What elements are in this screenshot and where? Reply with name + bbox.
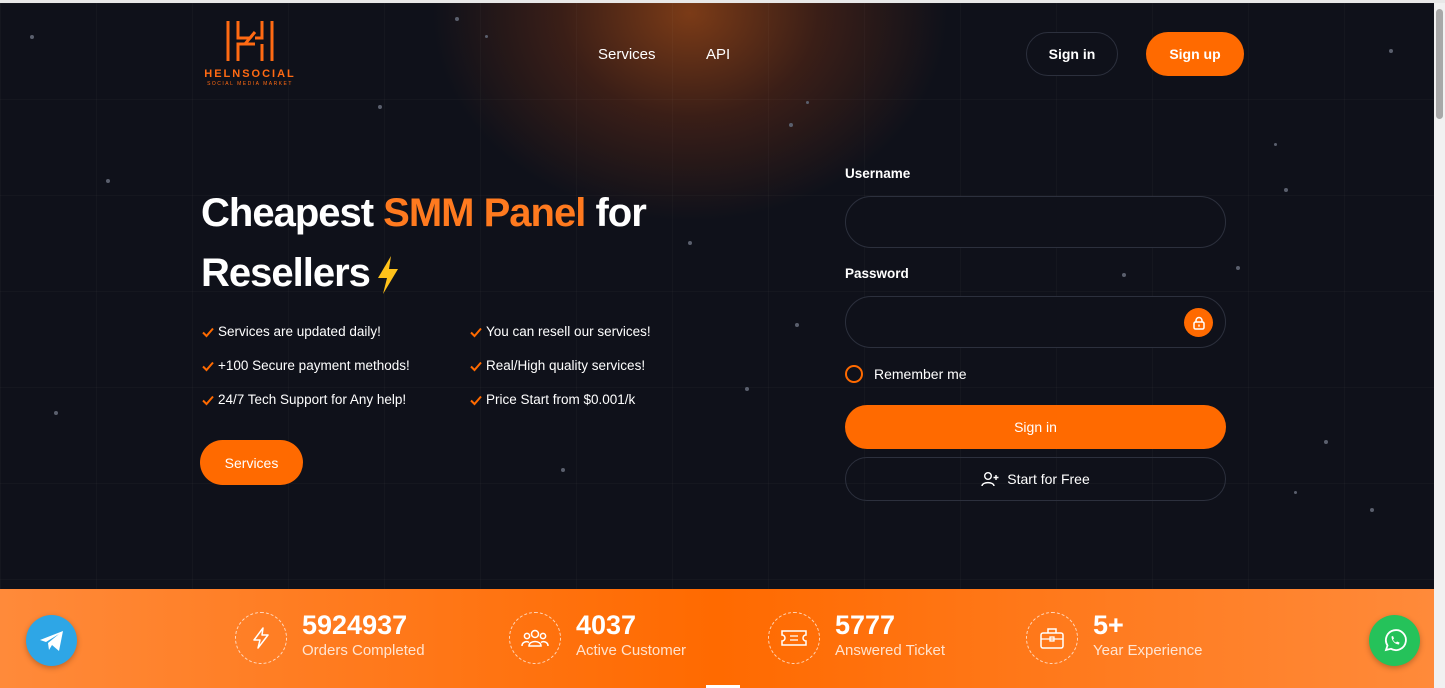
- feature-text: Real/High quality services!: [486, 358, 646, 373]
- feature-text: Services are updated daily!: [218, 324, 381, 339]
- checkmark-icon: [202, 327, 214, 337]
- feature-text: 24/7 Tech Support for Any help!: [218, 392, 407, 407]
- stat-icon-circle: [768, 612, 820, 664]
- star-decoration: [1370, 508, 1374, 512]
- star-decoration: [789, 123, 793, 127]
- stat-label: Orders Completed: [302, 642, 425, 659]
- stat-icon-circle: [235, 612, 287, 664]
- briefcase-icon: [1040, 628, 1064, 649]
- header-signin-button[interactable]: Sign in: [1026, 32, 1118, 76]
- brand-logo[interactable]: HELNSOCIAL SOCIAL MEDIA MARKET: [198, 18, 302, 98]
- username-input[interactable]: [846, 197, 1225, 247]
- star-decoration: [1324, 440, 1328, 444]
- page-scrollbar[interactable]: [1434, 3, 1445, 688]
- feature-text: +100 Secure payment methods!: [218, 358, 410, 373]
- stat-label: Answered Ticket: [835, 642, 946, 659]
- feature-item: 24/7 Tech Support for Any help!: [201, 392, 406, 407]
- star-decoration: [1284, 188, 1288, 192]
- username-label: Username: [845, 166, 911, 181]
- feature-text: Price Start from $0.001/k: [486, 392, 636, 407]
- brand-name: HELNSOCIAL: [204, 68, 296, 80]
- feature-text: You can resell our services!: [486, 324, 651, 339]
- star-decoration: [745, 387, 749, 391]
- whatsapp-button[interactable]: [1369, 615, 1420, 666]
- stat-icon-circle: [509, 612, 561, 664]
- star-decoration: [1236, 266, 1240, 270]
- feature-item: You can resell our services!: [469, 324, 651, 339]
- star-decoration: [795, 323, 799, 327]
- logo-h-mark-icon: [226, 21, 274, 61]
- username-field-wrapper: [845, 196, 1226, 248]
- hero-title-line2: Resellers: [201, 251, 371, 295]
- feature-item: Real/High quality services!: [469, 358, 645, 373]
- feature-item: Services are updated daily!: [201, 324, 381, 339]
- star-decoration: [54, 411, 58, 415]
- stat-label: Year Experience: [1093, 642, 1203, 659]
- star-decoration: [806, 101, 809, 104]
- hero-title-part1: Cheapest: [201, 191, 384, 235]
- stat-value: 5924937: [302, 610, 408, 640]
- lightning-icon: [253, 627, 269, 649]
- ticket-icon: [781, 630, 807, 646]
- remember-me-label: Remember me: [874, 366, 967, 382]
- star-decoration: [1389, 49, 1393, 53]
- scrollbar-thumb[interactable]: [1436, 9, 1443, 119]
- start-free-button[interactable]: Start for Free: [845, 457, 1226, 501]
- telegram-icon: [39, 630, 63, 651]
- hero-title-accent: SMM Panel: [383, 191, 586, 235]
- login-signin-button[interactable]: Sign in: [845, 405, 1226, 449]
- hero-title-part2: for: [585, 191, 646, 235]
- stat-value: 5777: [835, 610, 896, 640]
- star-decoration: [1274, 143, 1277, 146]
- stat-icon-circle: [1026, 612, 1078, 664]
- remember-me[interactable]: Remember me: [845, 365, 967, 383]
- stat-label: Active Customer: [576, 642, 687, 659]
- star-decoration: [1294, 491, 1297, 494]
- header-signup-button[interactable]: Sign up: [1146, 32, 1244, 76]
- stat-value: 4037: [576, 610, 637, 640]
- nav-services-link[interactable]: Services: [598, 46, 656, 63]
- star-decoration: [1122, 273, 1126, 277]
- checkmark-icon: [470, 327, 482, 337]
- star-decoration: [30, 35, 34, 39]
- star-decoration: [561, 468, 565, 472]
- password-input[interactable]: [846, 297, 1225, 347]
- password-toggle-button[interactable]: [1184, 308, 1213, 337]
- lock-icon: [1192, 316, 1205, 330]
- checkmark-icon: [202, 361, 214, 371]
- hero-title: Cheapest SMM Panel for Resellers: [201, 183, 721, 303]
- star-decoration: [485, 35, 488, 38]
- checkmark-icon: [470, 361, 482, 371]
- page-background: HELNSOCIAL SOCIAL MEDIA MARKET Services …: [0, 3, 1434, 688]
- remember-me-checkbox[interactable]: [845, 365, 863, 383]
- stats-bar: 5924937 Orders Completed 4037 Active Cus…: [0, 589, 1434, 688]
- whatsapp-icon: [1384, 628, 1407, 651]
- nav-api-link[interactable]: API: [706, 46, 730, 63]
- feature-item: Price Start from $0.001/k: [469, 392, 635, 407]
- start-free-label: Start for Free: [1007, 471, 1090, 487]
- star-decoration: [106, 179, 110, 183]
- star-decoration: [455, 17, 459, 21]
- checkmark-icon: [202, 395, 214, 405]
- users-icon: [521, 629, 549, 647]
- star-decoration: [378, 105, 382, 109]
- hero-services-button[interactable]: Services: [200, 440, 303, 485]
- checkmark-icon: [470, 395, 482, 405]
- lightning-bolt-icon: [377, 256, 398, 295]
- password-label: Password: [845, 266, 909, 281]
- add-user-icon: [981, 472, 999, 487]
- telegram-button[interactable]: [26, 615, 77, 666]
- stat-value: 5+: [1093, 610, 1124, 640]
- password-field-wrapper: [845, 296, 1226, 348]
- brand-tagline: SOCIAL MEDIA MARKET: [207, 81, 293, 87]
- feature-item: +100 Secure payment methods!: [201, 358, 410, 373]
